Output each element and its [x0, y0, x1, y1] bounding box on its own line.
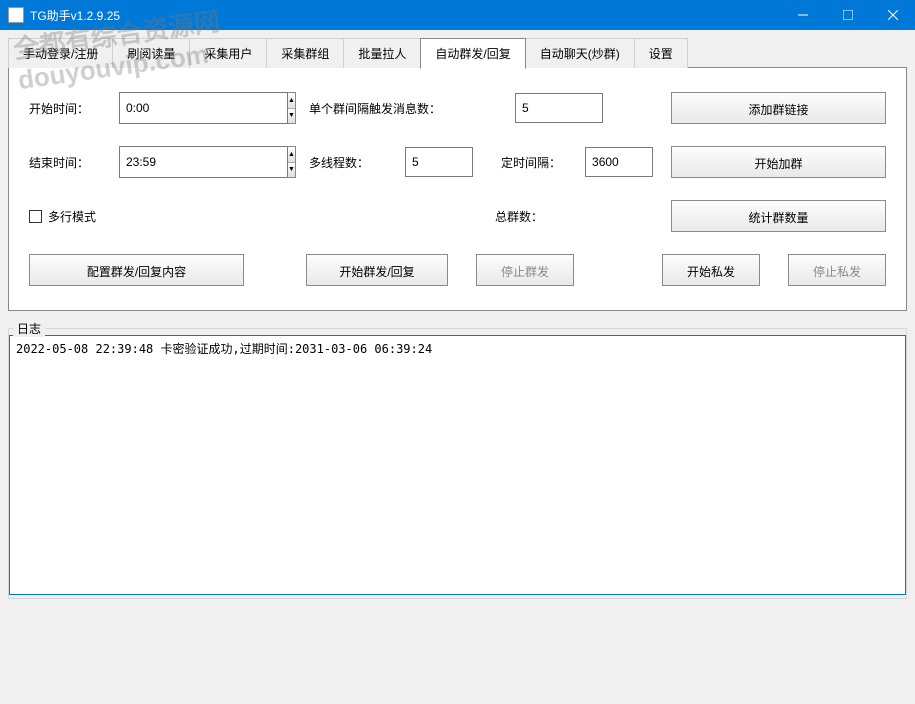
threads-label: 多线程数：	[309, 154, 369, 171]
log-legend: 日志	[13, 320, 45, 337]
end-time-up[interactable]: ▲	[288, 147, 295, 163]
close-button[interactable]	[870, 0, 915, 30]
start-time-label: 开始时间：	[29, 100, 111, 117]
end-time-label: 结束时间：	[29, 154, 111, 171]
interval-label: 定时间隔：	[501, 154, 561, 171]
app-icon	[8, 7, 24, 23]
tab-panel: 开始时间： ▲ ▼ 单个群间隔触发消息数： 添加群链接 结束时间： ▲ ▼	[8, 67, 907, 311]
count-groups-button[interactable]: 统计群数量	[671, 200, 886, 232]
window-title: TG助手v1.2.9.25	[30, 7, 780, 24]
start-mass-button[interactable]: 开始群发/回复	[306, 254, 448, 286]
stop-mass-button[interactable]: 停止群发	[476, 254, 574, 286]
threads-input[interactable]	[405, 147, 473, 177]
total-groups-label: 总群数：	[495, 208, 543, 225]
tab-collect-groups[interactable]: 采集群组	[266, 38, 344, 68]
tab-auto-mass-reply[interactable]: 自动群发/回复	[420, 38, 525, 69]
maximize-button[interactable]	[825, 0, 870, 30]
log-fieldset: 日志	[8, 328, 907, 599]
multiline-label: 多行模式	[48, 208, 96, 225]
tab-batch-invite[interactable]: 批量拉人	[343, 38, 421, 68]
log-textarea[interactable]	[9, 335, 906, 595]
multiline-checkbox-wrap[interactable]: 多行模式	[29, 208, 96, 225]
msg-count-label: 单个群间隔触发消息数：	[309, 100, 459, 117]
config-content-button[interactable]: 配置群发/回复内容	[29, 254, 244, 286]
end-time-down[interactable]: ▼	[288, 163, 295, 178]
start-time-input[interactable]	[119, 92, 288, 124]
multiline-checkbox[interactable]	[29, 210, 42, 223]
stop-private-button[interactable]: 停止私发	[788, 254, 886, 286]
tab-manual-login[interactable]: 手动登录/注册	[8, 38, 113, 68]
tab-collect-users[interactable]: 采集用户	[189, 38, 267, 68]
start-time-down[interactable]: ▼	[288, 109, 295, 124]
minimize-button[interactable]	[780, 0, 825, 30]
titlebar: TG助手v1.2.9.25	[0, 0, 915, 30]
msg-count-input[interactable]	[515, 93, 603, 123]
start-join-button[interactable]: 开始加群	[671, 146, 886, 178]
start-private-button[interactable]: 开始私发	[662, 254, 760, 286]
tab-bar: 手动登录/注册 刷阅读量 采集用户 采集群组 批量拉人 自动群发/回复 自动聊天…	[8, 38, 907, 68]
tab-auto-chat[interactable]: 自动聊天(炒群)	[525, 38, 635, 68]
interval-input[interactable]	[585, 147, 653, 177]
tab-read-count[interactable]: 刷阅读量	[112, 38, 190, 68]
end-time-input[interactable]	[119, 146, 288, 178]
add-group-link-button[interactable]: 添加群链接	[671, 92, 886, 124]
tab-settings[interactable]: 设置	[634, 38, 688, 68]
start-time-up[interactable]: ▲	[288, 93, 295, 109]
